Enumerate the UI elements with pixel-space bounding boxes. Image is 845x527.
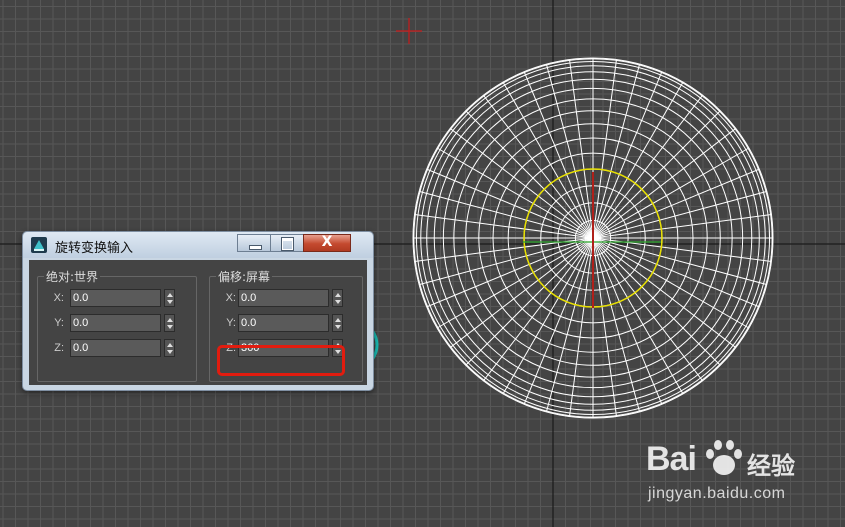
- offset-y-input[interactable]: 0.0: [238, 314, 329, 332]
- rotate-transform-dialog[interactable]: 旋转变换输入 X 绝对:世界 X: 0.0 Y: 0.0 Z: 0.0 偏移:屏…: [22, 231, 374, 391]
- axis-label-x: X:: [53, 292, 64, 304]
- absolute-x-spinner[interactable]: [164, 289, 175, 307]
- absolute-z-row: Z: 0.0: [38, 339, 196, 359]
- pivot-cross-marker: [396, 18, 422, 44]
- absolute-z-spinner[interactable]: [164, 339, 175, 357]
- offset-x-input[interactable]: 0.0: [238, 289, 329, 307]
- absolute-world-group: 绝对:世界 X: 0.0 Y: 0.0 Z: 0.0: [37, 268, 197, 382]
- maximize-button[interactable]: [270, 234, 304, 252]
- jingyan-brand-text: 经验: [747, 452, 795, 480]
- close-icon: X: [321, 234, 333, 250]
- absolute-y-row: Y: 0.0: [38, 314, 196, 334]
- close-button[interactable]: X: [303, 234, 351, 252]
- dialog-titlebar[interactable]: 旋转变换输入 X: [23, 232, 373, 258]
- offset-z-highlight-annotation: [217, 345, 345, 376]
- axis-label-y: Y:: [54, 317, 64, 329]
- paw-icon: [706, 440, 742, 475]
- offset-y-row: Y: 0.0: [210, 314, 362, 334]
- absolute-y-spinner[interactable]: [164, 314, 175, 332]
- axis-label-x: X:: [225, 292, 236, 304]
- absolute-y-input[interactable]: 0.0: [70, 314, 161, 332]
- offset-y-spinner[interactable]: [332, 314, 343, 332]
- offset-screen-label: 偏移:屏幕: [216, 268, 273, 285]
- axis-label-z: Z:: [54, 342, 64, 354]
- absolute-x-input[interactable]: 0.0: [70, 289, 161, 307]
- absolute-z-input[interactable]: 0.0: [70, 339, 161, 357]
- absolute-world-label: 绝对:世界: [44, 268, 101, 285]
- window-controls: X: [237, 234, 351, 252]
- baidu-logo-text: Bai: [646, 440, 697, 478]
- dialog-title: 旋转变换输入: [55, 241, 134, 256]
- absolute-x-row: X: 0.0: [38, 289, 196, 309]
- baidu-jingyan-watermark: Bai 经验 jingyan.baidu.com: [646, 440, 836, 515]
- axis-label-y: Y:: [226, 317, 236, 329]
- offset-x-row: X: 0.0: [210, 289, 362, 309]
- watermark-url: jingyan.baidu.com: [648, 485, 786, 502]
- minimize-button[interactable]: [237, 234, 271, 252]
- 3dsmax-app-icon: [31, 237, 47, 253]
- offset-x-spinner[interactable]: [332, 289, 343, 307]
